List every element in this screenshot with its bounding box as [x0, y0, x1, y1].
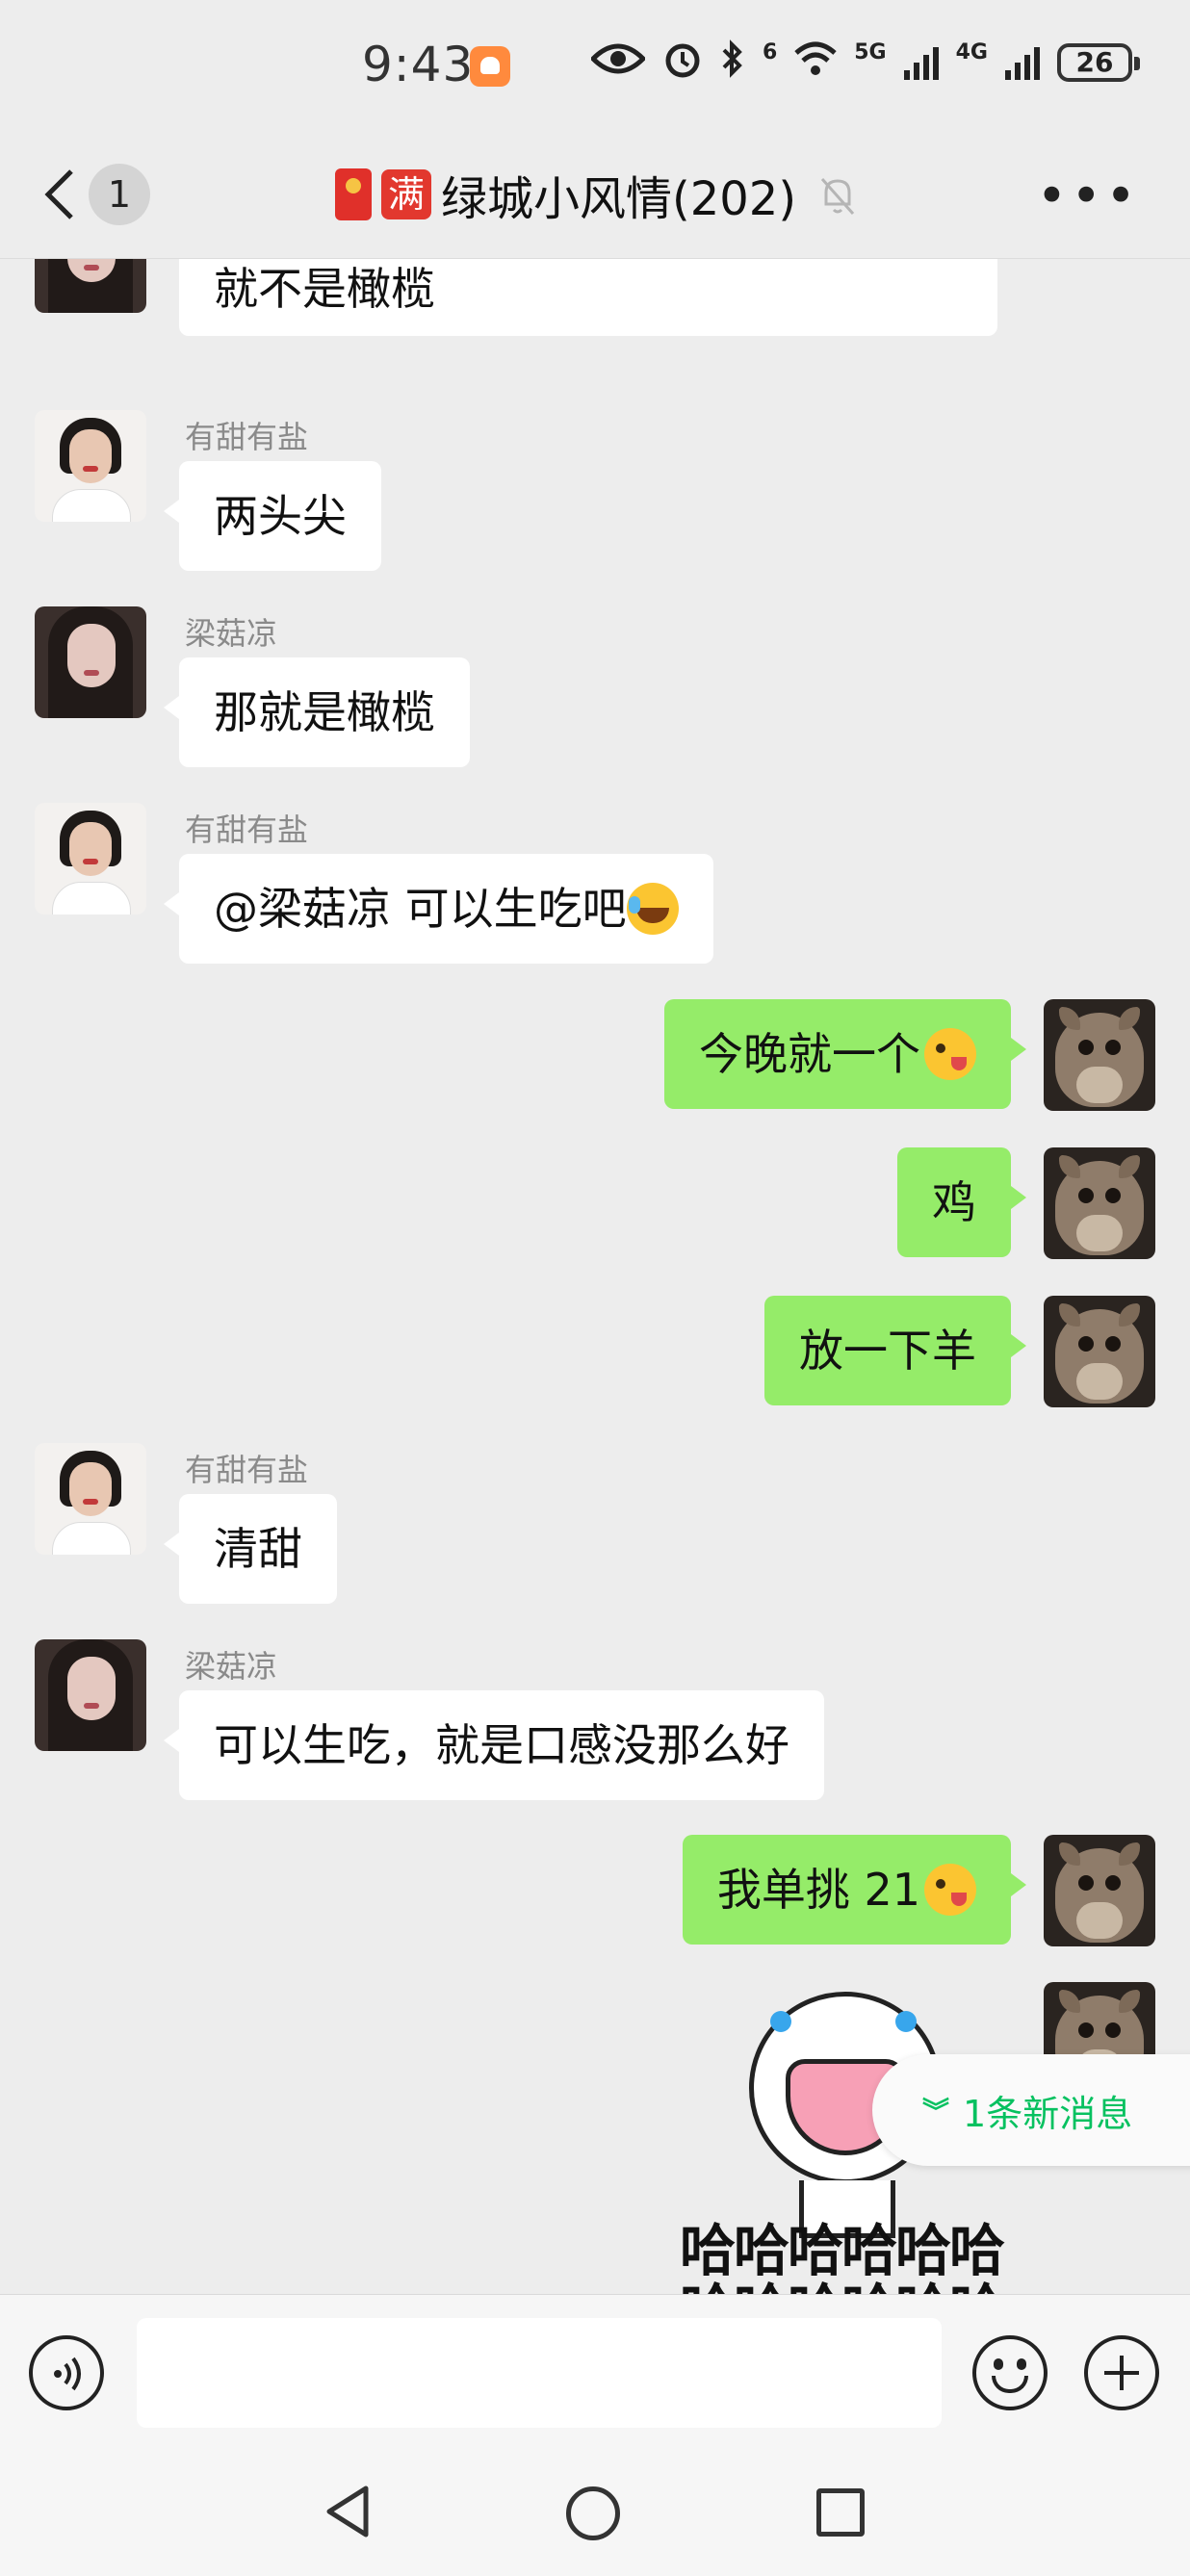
network-5g: 5G — [854, 40, 887, 64]
message-bubble[interactable]: 鸡 — [897, 1147, 1026, 1257]
signal-icon-2 — [1005, 45, 1040, 80]
wifi-badge: 6 — [762, 40, 778, 64]
mute-bell-icon — [818, 173, 857, 218]
message-text: 我单挑 21 — [716, 1864, 920, 1916]
chat-header: 1 满 绿城小风情(202) ••• — [0, 135, 1190, 259]
message-bubble[interactable]: 我单挑 21 — [682, 1835, 1027, 1945]
avatar[interactable] — [35, 606, 146, 718]
sender-name: 有甜有盐 — [185, 1452, 309, 1488]
avatar[interactable] — [35, 410, 146, 522]
system-home-button[interactable] — [566, 2486, 620, 2540]
voice-icon — [54, 2357, 81, 2391]
back-button[interactable] — [39, 164, 96, 225]
sender-name: 梁菇凉 — [185, 1648, 278, 1685]
emoji-button[interactable] — [972, 2335, 1048, 2410]
status-bar: 9:43 6 5G 4G 26 — [0, 0, 1190, 135]
message-bubble[interactable]: 今晚就一个 — [664, 999, 1026, 1109]
battery-icon: 26 — [1057, 42, 1140, 82]
red-envelope-emoji-icon — [335, 168, 372, 220]
new-messages-label: 1条新消息 — [963, 2092, 1133, 2135]
avatar[interactable] — [35, 259, 146, 313]
bluetooth-icon — [720, 39, 745, 86]
winking-tongue-emoji-icon — [924, 1027, 976, 1080]
message-bubble[interactable]: 可以生吃，就是口感没那么好 — [164, 1690, 824, 1800]
new-messages-button[interactable]: ︾ 1条新消息 — [872, 2054, 1190, 2166]
system-back-button[interactable] — [322, 2483, 375, 2544]
message-bubble[interactable]: 如果核是两头尖尖的是橄榄，圆的核就不是橄榄 — [179, 259, 997, 336]
wifi-icon — [794, 41, 837, 83]
message-list[interactable]: 如果核是两头尖尖的是橄榄，圆的核就不是橄榄 有甜有盐 两头尖 梁菇凉 那就是橄榄… — [0, 259, 1190, 2294]
health-app-icon — [470, 46, 510, 87]
unread-count-badge[interactable]: 1 — [89, 164, 150, 225]
chat-title: 绿城小风情(202) — [441, 172, 797, 226]
chevron-left-icon — [44, 169, 73, 219]
full-emoji-icon: 满 — [381, 169, 431, 219]
chat-title-wrap[interactable]: 满 绿城小风情(202) — [335, 156, 796, 233]
avatar[interactable] — [1044, 1147, 1155, 1259]
avatar[interactable] — [1044, 1835, 1155, 1946]
system-nav-bar — [0, 2450, 1190, 2576]
sender-name: 有甜有盐 — [185, 811, 309, 848]
more-actions-button[interactable] — [1084, 2335, 1159, 2410]
message-bubble[interactable]: 那就是橄榄 — [164, 657, 470, 767]
avatar[interactable] — [35, 1639, 146, 1751]
avatar[interactable] — [35, 1443, 146, 1555]
status-icons: 6 5G 4G 26 — [589, 39, 1140, 86]
sticker-text: 哈哈哈哈哈哈 哈哈哈哈哈哈 — [680, 2218, 1005, 2294]
message-bubble[interactable]: @梁菇凉 可以生吃吧 — [164, 854, 713, 964]
status-time: 9:43 — [362, 37, 475, 92]
message-text: 今晚就一个 — [699, 1028, 920, 1080]
voice-input-button[interactable] — [29, 2335, 104, 2410]
avatar[interactable] — [1044, 1296, 1155, 1407]
laughing-crying-emoji-icon — [626, 882, 679, 935]
message-text: @梁菇凉 可以生吃吧 — [214, 883, 627, 935]
sender-name: 梁菇凉 — [185, 615, 278, 652]
avatar[interactable] — [35, 803, 146, 914]
double-chevron-down-icon: ︾ — [922, 2096, 950, 2127]
sender-name: 有甜有盐 — [185, 419, 309, 455]
system-recents-button[interactable] — [816, 2488, 865, 2537]
network-4g: 4G — [955, 40, 988, 64]
signal-icon — [903, 45, 939, 80]
message-bubble[interactable]: 清甜 — [164, 1494, 337, 1604]
message-bubble[interactable]: 放一下羊 — [764, 1296, 1026, 1405]
more-options-button[interactable]: ••• — [1036, 170, 1140, 222]
eye-icon — [589, 39, 647, 85]
input-bar — [0, 2294, 1190, 2451]
avatar[interactable] — [1044, 999, 1155, 1111]
alarm-icon — [662, 39, 703, 86]
message-bubble[interactable]: 两头尖 — [164, 461, 381, 571]
message-input[interactable] — [137, 2318, 942, 2428]
winking-tongue-emoji-icon — [924, 1863, 976, 1916]
